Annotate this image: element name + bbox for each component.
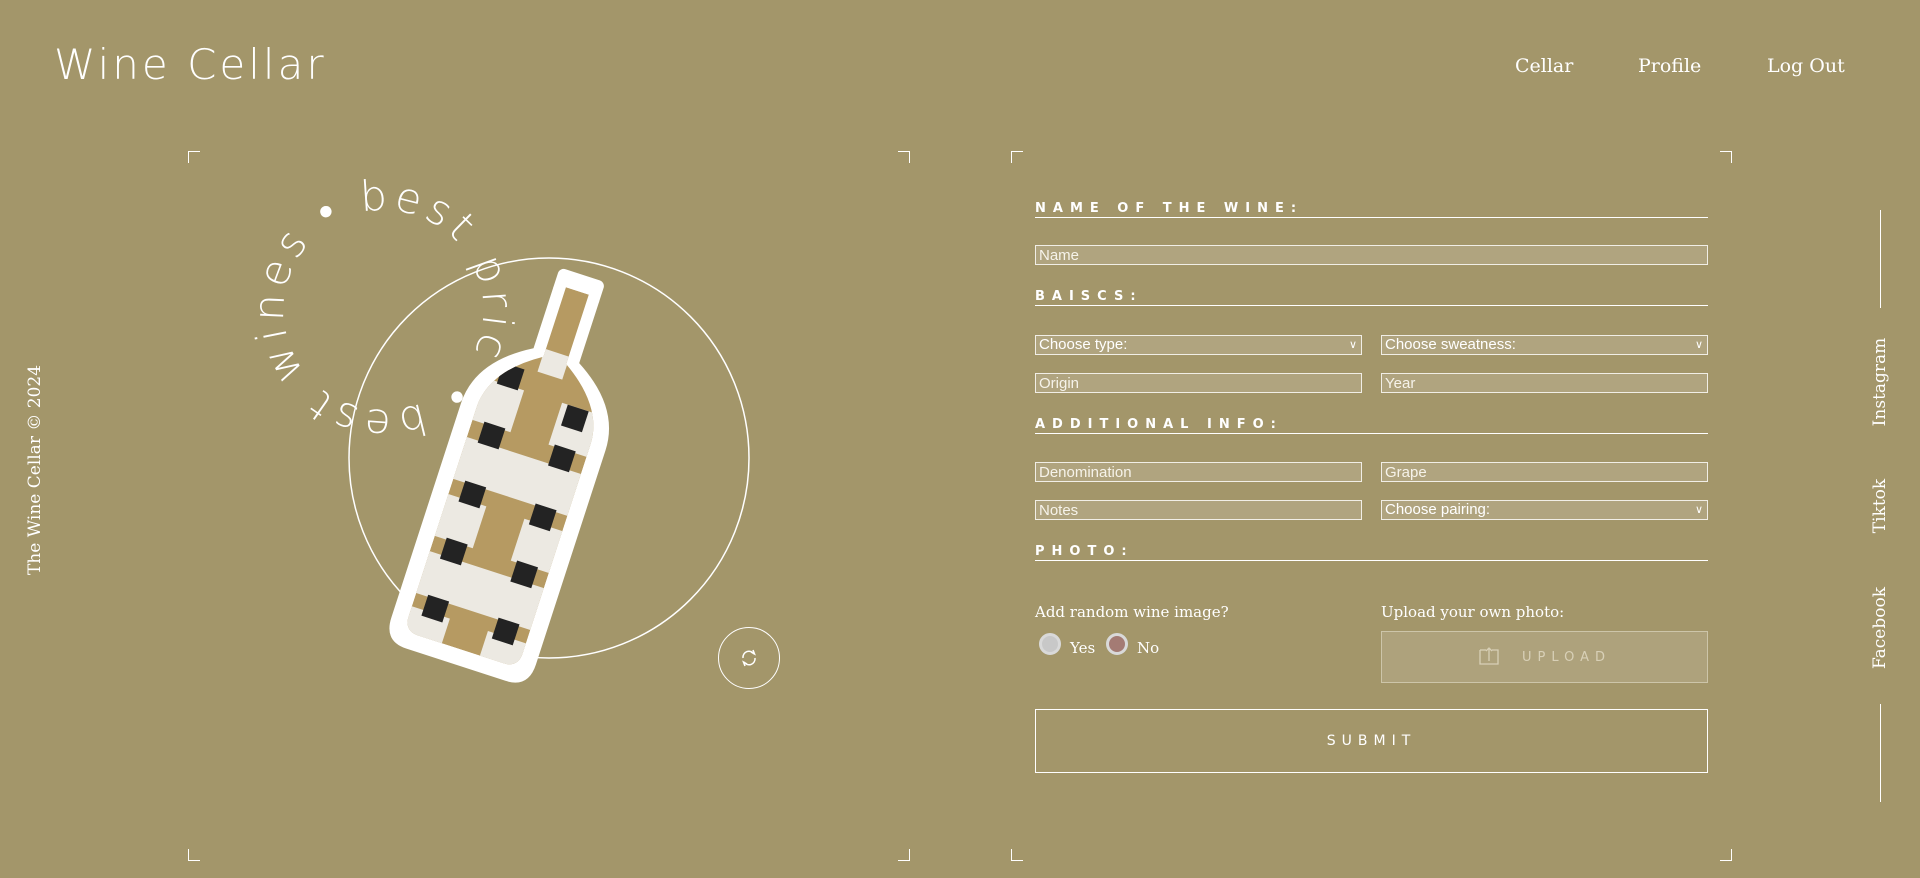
nav-profile-link[interactable]: Profile: [1638, 55, 1701, 77]
random-image-label: Add random wine image?: [1035, 603, 1229, 621]
wine-bottle-graphic: • best wines • best prices: [235, 131, 750, 683]
social-instagram-link[interactable]: Instagram: [1870, 338, 1890, 427]
frame-corner: [188, 151, 200, 163]
no-label: No: [1137, 639, 1160, 657]
frame-corner: [1720, 849, 1732, 861]
nav-cellar-link[interactable]: Cellar: [1515, 55, 1573, 77]
year-input[interactable]: [1381, 373, 1708, 393]
yes-label: Yes: [1070, 639, 1096, 657]
submit-button[interactable]: SUBMIT: [1035, 709, 1708, 773]
pairing-select[interactable]: Choose pairing: ∨: [1381, 500, 1708, 520]
upload-button-label: UPLOAD: [1521, 649, 1612, 665]
nav-logout-link[interactable]: Log Out: [1767, 55, 1845, 77]
social-divider-top: [1880, 210, 1881, 308]
copyright-text: The Wine Cellar © 2024: [25, 364, 45, 576]
submit-button-label: SUBMIT: [1326, 733, 1417, 749]
upload-photo-label: Upload your own photo:: [1381, 603, 1565, 621]
sweetness-select-value: Choose sweatness:: [1385, 336, 1516, 353]
wine-bottle: [389, 268, 635, 683]
origin-input[interactable]: [1035, 373, 1362, 393]
chevron-down-icon: ∨: [1348, 339, 1357, 351]
chevron-down-icon: ∨: [1694, 504, 1703, 516]
frame-corner: [1011, 849, 1023, 861]
section-additional-heading: ADDITIONAL INFO:: [1035, 417, 1708, 434]
frame-corner: [898, 849, 910, 861]
chevron-down-icon: ∨: [1694, 339, 1703, 351]
pairing-select-value: Choose pairing:: [1385, 501, 1491, 518]
wine-illustration: • best wines • best prices: [235, 131, 800, 730]
type-select[interactable]: Choose type: ∨: [1035, 335, 1362, 355]
upload-button[interactable]: UPLOAD: [1381, 631, 1708, 683]
frame-corner: [1720, 151, 1732, 163]
grape-input[interactable]: [1381, 462, 1708, 482]
random-image-yes-radio[interactable]: [1039, 633, 1061, 655]
type-select-value: Choose type:: [1039, 336, 1128, 353]
sweetness-select[interactable]: Choose sweatness: ∨: [1381, 335, 1708, 355]
denomination-input[interactable]: [1035, 462, 1362, 482]
frame-corner: [898, 151, 910, 163]
frame-corner: [188, 849, 200, 861]
social-tiktok-link[interactable]: Tiktok: [1870, 479, 1890, 533]
main-nav: Cellar Profile Log Out: [0, 55, 1920, 79]
frame-corner: [1011, 151, 1023, 163]
social-divider-bottom: [1880, 704, 1881, 802]
random-image-no-radio[interactable]: [1106, 633, 1128, 655]
notes-input[interactable]: [1035, 500, 1362, 520]
wine-name-input[interactable]: [1035, 245, 1708, 265]
refresh-icon: [742, 649, 756, 667]
section-name-heading: NAME OF THE WINE:: [1035, 201, 1708, 218]
section-basics-heading: BAISCS:: [1035, 289, 1708, 306]
social-facebook-link[interactable]: Facebook: [1870, 587, 1890, 669]
upload-icon: [1479, 647, 1499, 665]
refresh-button[interactable]: [718, 627, 780, 689]
section-photo-heading: PHOTO:: [1035, 544, 1708, 561]
